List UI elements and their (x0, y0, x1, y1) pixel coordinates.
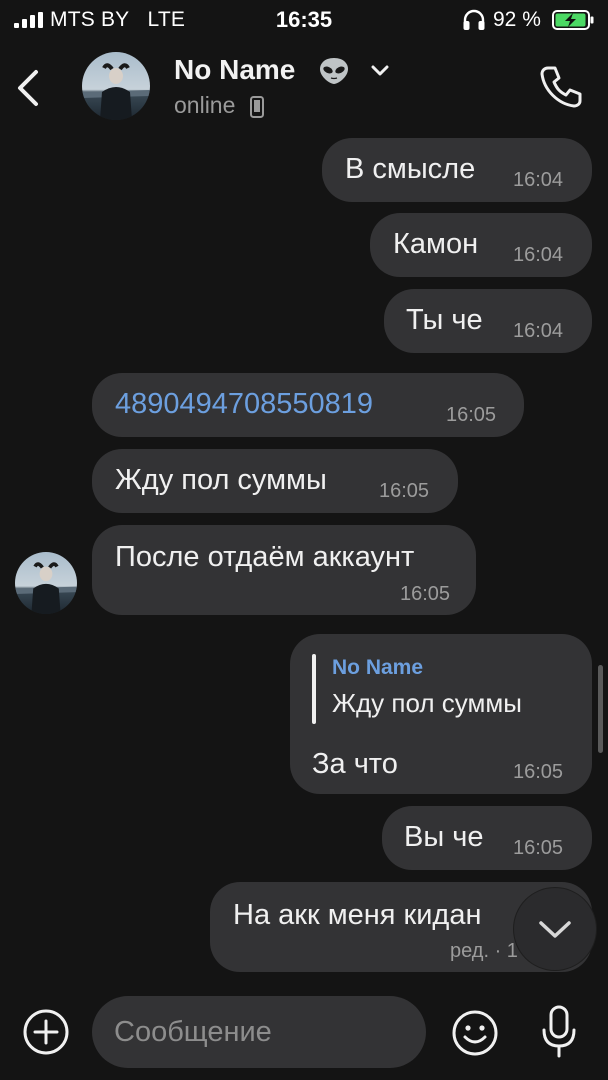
message-text: На акк меня кидан (233, 899, 482, 931)
scroll-to-bottom-button[interactable] (514, 888, 596, 970)
card-number-link[interactable]: 4890494708550819 (115, 388, 373, 421)
chevron-down-icon[interactable] (370, 64, 390, 78)
message-text: Ты че (406, 304, 483, 336)
battery-charging-icon (552, 10, 594, 30)
message-time: 16:05 (513, 761, 564, 783)
avatar[interactable] (15, 552, 77, 614)
reply-quote-bar (312, 654, 316, 724)
message-input[interactable] (92, 996, 426, 1068)
phone-icon[interactable] (538, 64, 584, 110)
scrollbar[interactable] (598, 665, 603, 753)
message-text: Камон (393, 228, 479, 260)
chevron-down-icon (539, 921, 571, 938)
message-edited-time: ред. · 1 (450, 940, 518, 962)
chat-header: No Name online (0, 44, 608, 136)
message-bubble-outgoing[interactable]: В смысле 16:04 (322, 138, 592, 202)
message-text: После отдаём аккаунт (115, 541, 415, 573)
message-time: 16:04 (513, 320, 564, 342)
message-time: 16:05 (400, 583, 451, 605)
message-bubble-incoming[interactable]: После отдаём аккаунт 16:05 (92, 525, 476, 615)
message-bubble-outgoing[interactable]: Камон 16:04 (370, 213, 592, 277)
contact-name[interactable]: No Name (174, 54, 295, 86)
message-text: В смысле (345, 153, 476, 185)
message-bubble-outgoing[interactable]: Вы че 16:05 (382, 806, 592, 870)
message-text: Жду пол суммы (115, 464, 327, 496)
status-bar: MTS BY LTE 16:35 92 % (0, 0, 608, 40)
chevron-left-icon[interactable] (14, 66, 44, 110)
message-text: За что (312, 748, 398, 780)
message-time: 16:05 (513, 837, 564, 859)
reply-author: No Name (332, 656, 424, 679)
mobile-device-icon (250, 96, 264, 118)
message-time: 16:05 (446, 404, 497, 426)
message-bubble-incoming[interactable]: 4890494708550819 16:05 (92, 373, 524, 437)
message-text: Вы че (404, 821, 484, 853)
alien-icon (320, 58, 348, 84)
headphones-icon (463, 9, 485, 30)
message-time: 16:04 (513, 169, 564, 191)
presence-status: online (174, 92, 236, 118)
message-time: 16:05 (379, 480, 430, 502)
smiley-icon[interactable] (450, 1008, 500, 1058)
message-time: 16:04 (513, 244, 564, 266)
message-bubble-incoming[interactable]: Жду пол суммы 16:05 (92, 449, 458, 513)
avatar-photo (15, 552, 77, 614)
message-composer (0, 990, 608, 1080)
reply-quoted-text: Жду пол суммы (332, 688, 522, 718)
avatar-photo (82, 52, 150, 120)
message-bubble-outgoing-reply[interactable]: No Name Жду пол суммы За что 16:05 (290, 634, 592, 794)
battery-percent: 92 % (493, 8, 541, 31)
avatar[interactable] (82, 52, 150, 120)
message-bubble-outgoing[interactable]: Ты че 16:04 (384, 289, 592, 353)
microphone-icon[interactable] (538, 1004, 580, 1060)
plus-circle-icon[interactable] (22, 1008, 70, 1056)
